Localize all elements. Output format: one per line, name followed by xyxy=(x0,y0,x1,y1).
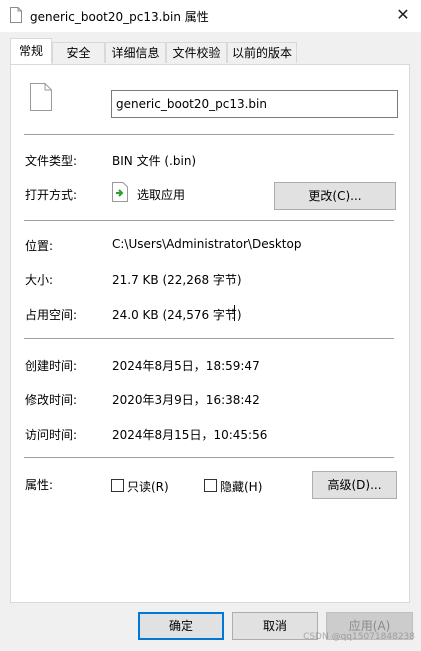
size-on-disk-value: 24.0 KB (24,576 字节) xyxy=(112,308,242,322)
separator xyxy=(24,457,394,458)
title-bar: generic_boot20_pc13.bin 属性 ✕ xyxy=(0,0,421,32)
size-on-disk-label: 占用空间: xyxy=(25,308,78,322)
separator xyxy=(24,338,394,339)
accessed-label: 访问时间: xyxy=(25,428,78,442)
tab-details[interactable]: 详细信息 xyxy=(105,42,166,63)
file-type-value: BIN 文件 (.bin) xyxy=(112,154,197,168)
readonly-checkbox[interactable] xyxy=(111,479,124,492)
advanced-button[interactable]: 高级(D)... xyxy=(312,471,397,499)
file-name-input[interactable]: generic_boot20_pc13.bin xyxy=(111,90,398,118)
modified-label: 修改时间: xyxy=(25,393,78,407)
close-icon: ✕ xyxy=(396,5,410,24)
tab-security[interactable]: 安全 xyxy=(52,42,105,63)
app-picker-icon xyxy=(112,182,128,202)
window-title: generic_boot20_pc13.bin 属性 xyxy=(30,10,209,24)
watermark: CSDN @qq15071848238 xyxy=(303,632,415,642)
location-value: C:\Users\Administrator\Desktop xyxy=(112,237,302,251)
size-label: 大小: xyxy=(25,273,54,287)
accessed-value: 2024年8月15日，10:45:56 xyxy=(112,428,268,442)
document-icon xyxy=(10,7,22,23)
text-caret xyxy=(234,305,235,321)
close-button[interactable]: ✕ xyxy=(385,0,421,32)
hidden-checkbox[interactable] xyxy=(204,479,217,492)
file-icon xyxy=(30,83,52,111)
separator xyxy=(24,220,394,221)
hidden-label[interactable]: 隐藏(H) xyxy=(220,478,262,495)
opens-with-label: 打开方式: xyxy=(25,188,78,202)
created-value: 2024年8月5日，18:59:47 xyxy=(112,359,260,373)
tab-general[interactable]: 常规 xyxy=(10,38,52,64)
modified-value: 2020年3月9日，16:38:42 xyxy=(112,393,260,407)
tab-previous-versions[interactable]: 以前的版本 xyxy=(227,42,297,63)
change-app-button[interactable]: 更改(C)... xyxy=(274,182,396,210)
attributes-label: 属性: xyxy=(25,478,54,492)
opens-with-value: 选取应用 xyxy=(137,188,186,202)
general-panel: generic_boot20_pc13.bin 文件类型: BIN 文件 (.b… xyxy=(10,64,410,603)
size-value: 21.7 KB (22,268 字节) xyxy=(112,273,242,287)
location-label: 位置: xyxy=(25,239,54,253)
file-type-label: 文件类型: xyxy=(25,154,78,168)
separator xyxy=(24,134,394,135)
ok-button[interactable]: 确定 xyxy=(138,612,224,640)
tab-strip: 常规 安全 详细信息 文件校验 以前的版本 xyxy=(10,38,410,64)
tab-file-hash[interactable]: 文件校验 xyxy=(166,42,227,63)
created-label: 创建时间: xyxy=(25,359,78,373)
readonly-label[interactable]: 只读(R) xyxy=(127,478,169,495)
